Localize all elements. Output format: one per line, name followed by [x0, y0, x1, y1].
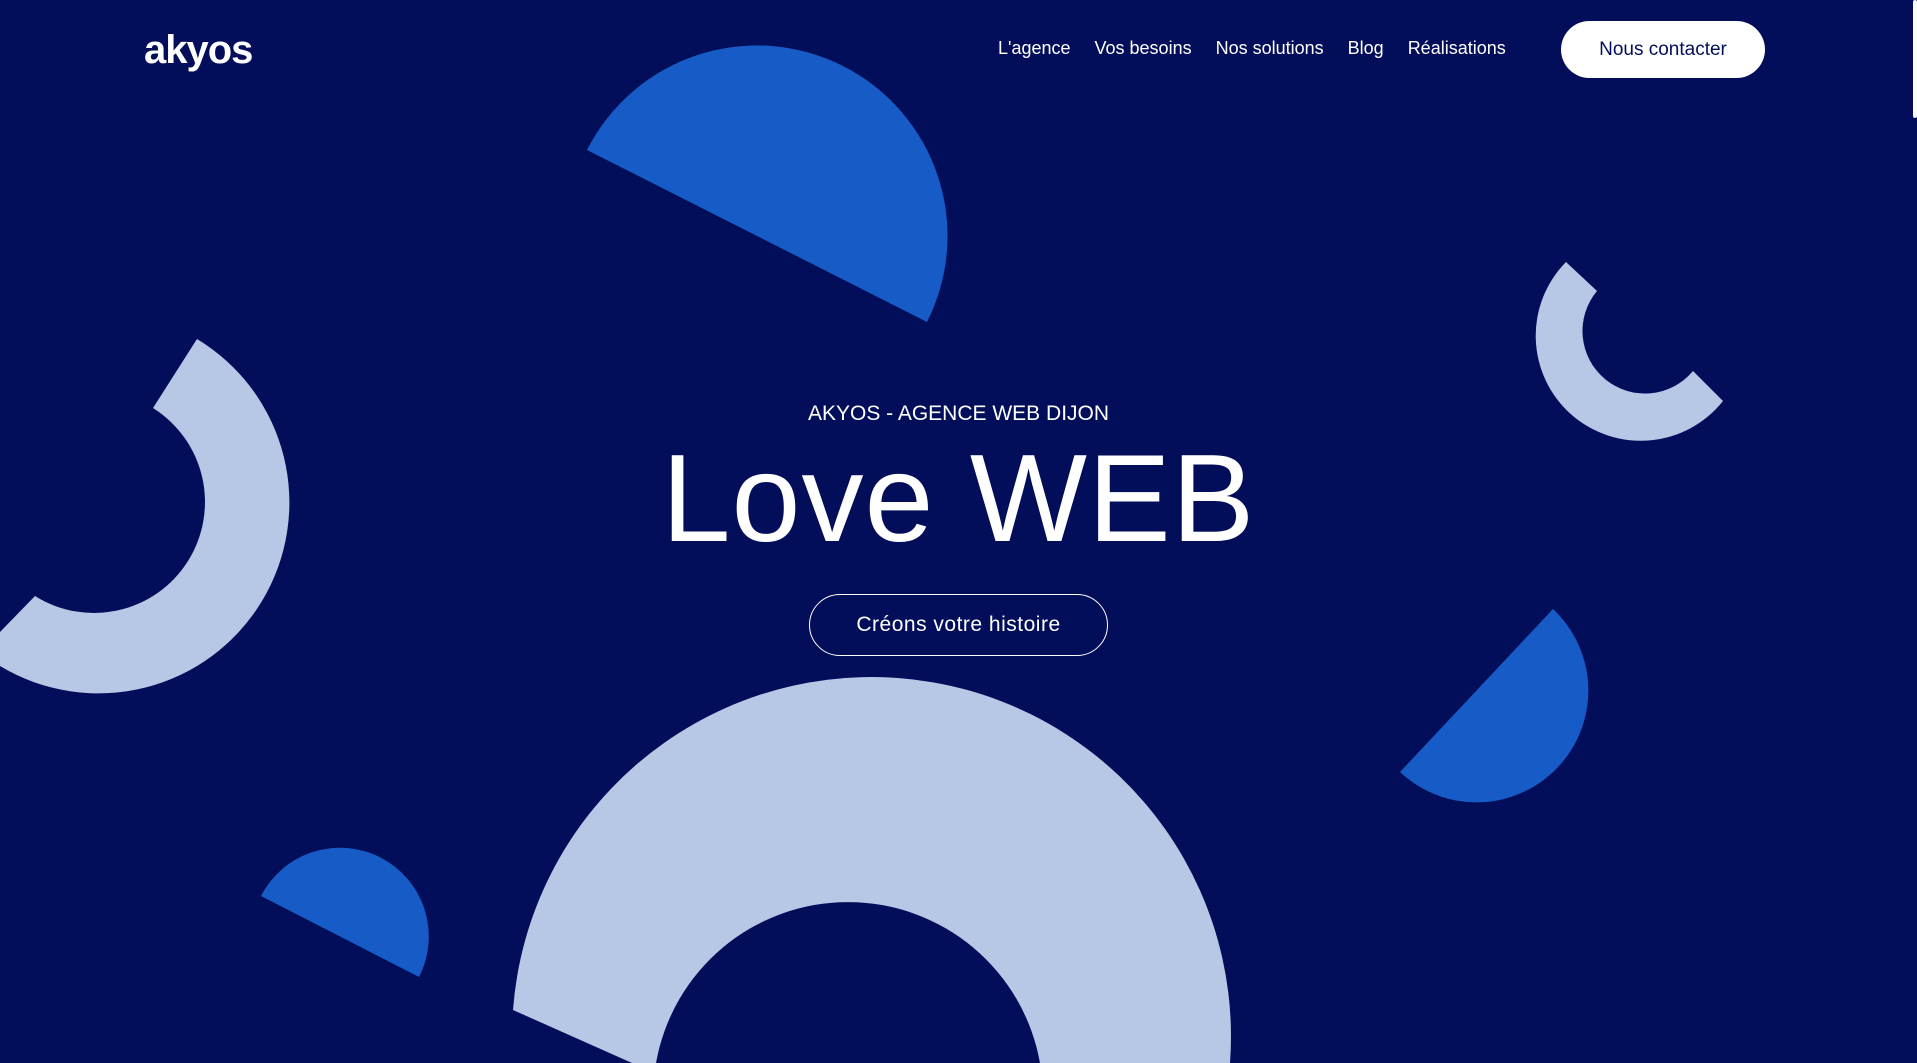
nav-item-solutions[interactable]: Nos solutions — [1216, 36, 1324, 60]
page: akyos L'agence Vos besoins Nos solutions… — [0, 0, 1917, 1063]
hero-cta-button[interactable]: Créons votre histoire — [809, 594, 1108, 656]
hero-section: AKYOS - AGENCE WEB DIJON Love WEB Créons… — [0, 398, 1917, 656]
hero-title: Love WEB — [661, 430, 1256, 568]
shape-bottom-big-ring — [513, 677, 1231, 1063]
nav-item-agence[interactable]: L'agence — [998, 36, 1071, 60]
nav-item-blog[interactable]: Blog — [1348, 36, 1384, 60]
shape-top-half-disc — [587, 45, 948, 323]
akyos-logo[interactable]: akyos — [144, 30, 253, 70]
scrollbar-thumb[interactable] — [1913, 0, 1917, 118]
nav-item-besoins[interactable]: Vos besoins — [1095, 36, 1192, 60]
hero-eyebrow: AKYOS - AGENCE WEB DIJON — [807, 402, 1110, 425]
nav-item-realisations[interactable]: Réalisations — [1408, 36, 1506, 60]
main-nav: L'agence Vos besoins Nos solutions Blog … — [998, 36, 1506, 60]
shape-bottom-left-half-disc — [261, 847, 429, 977]
contact-button[interactable]: Nous contacter — [1561, 21, 1765, 78]
